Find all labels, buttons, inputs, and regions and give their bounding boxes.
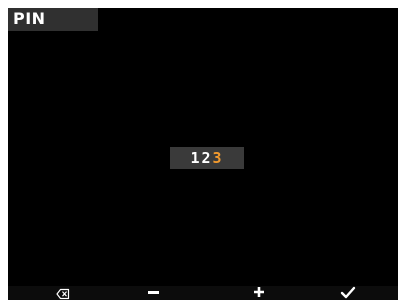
plus-icon <box>254 287 264 297</box>
confirm-button[interactable] <box>333 286 363 300</box>
checkmark-icon <box>340 286 356 299</box>
minus-icon <box>147 291 159 294</box>
increment-button[interactable] <box>244 286 274 300</box>
pin-active-digit: 3 <box>212 149 224 167</box>
pin-entered-digits: 12 <box>190 149 213 167</box>
softkey-bar <box>8 286 398 300</box>
pin-entry-screen: PIN 12 3 <box>8 8 398 300</box>
decrement-button[interactable] <box>138 286 168 300</box>
screen-title: PIN <box>13 9 46 28</box>
backspace-button[interactable] <box>48 286 78 300</box>
backspace-icon <box>56 288 70 300</box>
title-tab: PIN <box>8 8 98 31</box>
pin-input-display[interactable]: 12 3 <box>170 147 244 169</box>
